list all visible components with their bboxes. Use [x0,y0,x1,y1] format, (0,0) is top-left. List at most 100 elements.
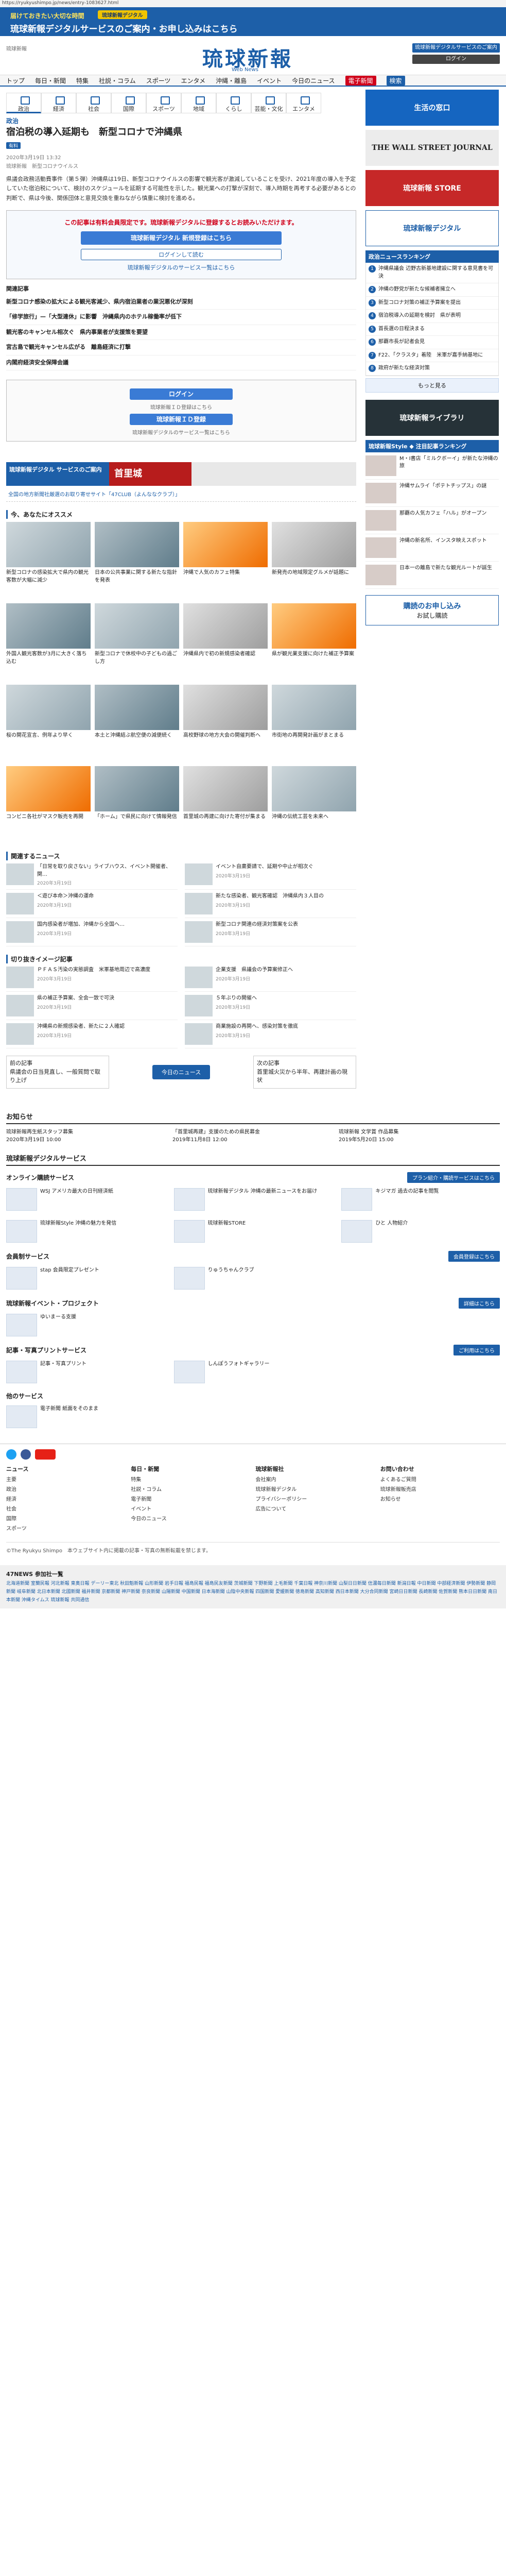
login-box-button[interactable]: ログイン [130,388,233,400]
nav-item-top[interactable]: トップ [6,76,25,85]
service-item[interactable]: 電子新聞 紙面をそのまま [6,1403,165,1430]
service-bar-button[interactable]: ご利用はこちら [453,1344,500,1355]
footer-link[interactable]: 政治 [6,1485,126,1495]
footer-link[interactable]: 琉球新報販売店 [380,1485,500,1495]
notice-item[interactable]: 琉球新報 文学賞 作品募集 2019年5月20日 15:00 [339,1128,500,1144]
footer-link[interactable]: 特集 [131,1475,250,1485]
recommend-card[interactable]: 新発売の地域限定グルメが話題に [272,522,356,599]
service-bar-button[interactable]: 会員登録はこちら [448,1250,500,1262]
rec2-item[interactable]: ５年ぶりの開催へ 2020年3月19日 [185,995,356,1021]
service-bar-button[interactable]: プラン紹介・購読サービスはこちら [407,1172,500,1183]
side-banner-wsj[interactable]: THE WALL STREET JOURNAL [365,130,499,166]
prev-article[interactable]: 前の記事 県議会の日当見直し、一般質問で取り上げ [6,1056,109,1089]
footer-link[interactable]: 経済 [6,1495,126,1504]
service-item[interactable]: ひと 人物紹介 [341,1218,500,1245]
rec2-item[interactable]: 沖縄県の新規感染者、新たに２人確認 2020年3月19日 [6,1023,178,1049]
nav-item-search[interactable]: 検索 [386,75,405,86]
related-item[interactable]: 観光客のキャンセル相次ぐ 県内事業者が支援策を要望 [6,325,356,341]
footer-link[interactable]: お知らせ [380,1495,500,1504]
style-item[interactable]: M・I書店「ミルクボーイ」が新たな沖縄の旅 [365,452,499,480]
ranking-item[interactable]: 6 那覇市長が記者会見 [366,336,498,349]
footer-link[interactable]: 社会 [6,1504,126,1514]
style-item[interactable]: 沖縄の新名所、インスタ映えスポット [365,534,499,562]
top-banner[interactable]: 届けておきたい大切な時間 琉球新報デジタル 琉球新報デジタルサービスのご案内・お… [0,7,506,36]
footer-link[interactable]: 社説・コラム [131,1485,250,1495]
side-banner-library[interactable]: 琉球新報ライブラリ [365,399,499,436]
recommend-card[interactable]: 県が観光業支援に向けた補正予算案 [272,603,356,681]
rec-item[interactable]: 「日常を取り戻さない」ライブハウス、イベント開催者、関… 2020年3月19日 [6,863,178,890]
recommend-card[interactable]: 新型コロナで休校中の子どもの過ごし方 [95,603,179,681]
login-read-button[interactable]: ログインして読む [81,248,282,260]
login-button[interactable]: ログイン [412,55,500,64]
id-register-button[interactable]: 琉球新報ＩＤ登録 [130,414,233,426]
nav-item-event[interactable]: イベント [257,76,282,85]
footer-link[interactable]: 電子新聞 [131,1495,250,1504]
service-item[interactable]: しんぽうフォトギャラリー [173,1359,333,1385]
footer-link[interactable]: 国際 [6,1514,126,1524]
ad-banner[interactable]: 琉球新報デジタル サービスのご案内 首里城 [6,462,356,486]
recommend-card[interactable]: 沖縄県内で初の新規感染者確認 [183,603,268,681]
notice-item[interactable]: 琉球新報再生紙スタッフ募集 2020年3月19日 10:00 [6,1128,167,1144]
service-item[interactable]: キジマガ 過去の記事を閲覧 [341,1186,500,1213]
subscribe-box[interactable]: 購読のお申し込み お試し購読 [365,595,499,625]
service-item[interactable]: WSJ アメリカ最大の日刊経済紙 [6,1186,165,1213]
ranking-item[interactable]: 4 宿泊税導入の延期を検討 県が表明 [366,310,498,323]
related-item[interactable]: 新型コロナ感染の拡大による観光客減少、県内宿泊業者の業況悪化が深刻 [6,295,356,310]
side-banner-life[interactable]: 生活の窓口 [365,90,499,126]
tab-economy[interactable]: 経済 [41,93,76,113]
rec-item[interactable]: 新たな感染者、観光客確認 沖縄県内３人目の 2020年3月19日 [185,893,356,919]
nav-item-today[interactable]: 今日のニュース [292,76,335,85]
footer-link[interactable]: スポーツ [6,1524,126,1534]
rec-item[interactable]: 国内感染者が増加、沖縄から全国へ… 2020年3月19日 [6,921,178,947]
rec2-item[interactable]: 商業施設の再開へ、感染対策を徹底 2020年3月19日 [185,1023,356,1049]
recommend-card[interactable]: 桜の開花宣言、例年より早く [6,685,91,762]
service-item[interactable]: stap 会員限定プレゼント [6,1265,165,1292]
ranking-item[interactable]: 1 沖縄県議会 辺野古新基地建設に関する意見書を可決 [366,263,498,283]
service-item[interactable]: ゆいまーる支援 [6,1312,165,1338]
twitter-icon[interactable] [6,1449,16,1460]
rec2-item[interactable]: 企業支援 県議会の予算案修正へ 2020年3月19日 [185,967,356,992]
footer-link[interactable]: イベント [131,1504,250,1514]
nav-item-special[interactable]: 特集 [76,76,89,85]
style-item[interactable]: 沖縄サムライ「ポテトチップス」の謎 [365,480,499,507]
service-item[interactable]: 琉球新報デジタル 沖縄の最新ニュースをお届け [173,1186,333,1213]
nav-item-e-paper[interactable]: 電子新聞 [345,75,376,86]
youtube-icon[interactable] [35,1449,56,1460]
digital-service-button[interactable]: 琉球新報デジタルサービスのご案内 [412,43,500,53]
rec-item[interactable]: イベント自粛要請で、延期や中止が相次ぐ 2020年3月19日 [185,863,356,890]
service-list-link[interactable]: 琉球新報デジタルのサービス一覧はこちら [14,263,348,272]
related-item[interactable]: 宮古島で観光キャンセル広がる 離島経済に打撃 [6,340,356,355]
recommend-card[interactable]: 沖縄で人気のカフェ特集 [183,522,268,599]
tab-politics[interactable]: 政治 [6,93,41,113]
rec-item[interactable]: ＜遊び本命＞沖縄の運命 2020年3月19日 [6,893,178,919]
nav-item-okinawa[interactable]: 沖縄・離島 [216,76,247,85]
login-box-link[interactable]: 琉球新報デジタルのサービス一覧はこちら [12,428,351,436]
rec2-item[interactable]: 県の補正予算案、全会一致で可決 2020年3月19日 [6,995,178,1021]
nav-item-column[interactable]: 社説・コラム [99,76,136,85]
recommend-card[interactable]: 沖縄の伝統工芸を未来へ [272,766,356,843]
ranking-item[interactable]: 7 F22、「クラスタ」着陸 米軍が嘉手納基地に [366,349,498,362]
facebook-icon[interactable] [21,1449,31,1460]
promo-line[interactable]: 全国の地方新聞社厳選のお取り寄せサイト「47CLUB（よんななクラブ）」 [6,489,356,502]
recommend-card[interactable]: 首里城の再建に向けた寄付が集まる [183,766,268,843]
tab-region[interactable]: 地域 [181,93,216,113]
footer-link[interactable]: 会社案内 [256,1475,375,1485]
recommend-card[interactable]: 外国人観光客数が3月に大きく落ち込む [6,603,91,681]
footer-link[interactable]: 今日のニュース [131,1514,250,1524]
ranking-item[interactable]: 2 沖縄の野党が新たな候補者擁立へ [366,283,498,297]
recommend-card[interactable]: 「ホーム」で県民に向けて情報発信 [95,766,179,843]
style-item[interactable]: 日本一の離島で新たな観光ルートが誕生 [365,562,499,589]
recommend-card[interactable]: 本土と沖縄結ぶ航空便の減便続く [95,685,179,762]
tab-entertainment[interactable]: エンタメ [286,93,321,113]
ranking-item[interactable]: 3 新型コロナ対策の補正予算案を提出 [366,297,498,310]
today-news-button[interactable]: 今日のニュース [152,1064,211,1079]
recommend-card[interactable]: 市街地の再開発計画がまとまる [272,685,356,762]
footer-link[interactable]: 琉球新報デジタル [256,1485,375,1495]
nav-item-sports[interactable]: スポーツ [146,76,171,85]
tab-sports[interactable]: スポーツ [146,93,181,113]
tab-international[interactable]: 国際 [111,93,146,113]
notice-item[interactable]: 「首里城再建」支援のための県民募金 2019年11月8日 12:00 [172,1128,334,1144]
footer-link[interactable]: プライバシーポリシー [256,1495,375,1504]
style-item[interactable]: 那覇の人気カフェ「ハル」がオープン [365,507,499,534]
ranking-item[interactable]: 8 政府が新たな経済対策 [366,362,498,376]
